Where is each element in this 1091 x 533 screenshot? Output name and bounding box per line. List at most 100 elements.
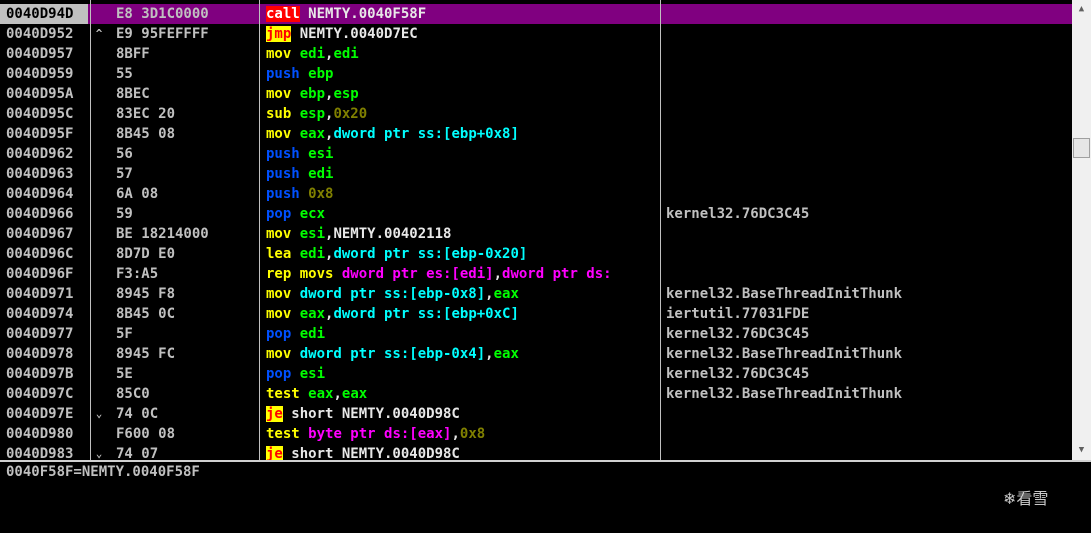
asm-token: mov <box>266 46 300 62</box>
instruction-row[interactable]: 0040D974 8B45 0C mov eax,dword ptr ss:[ebp… <box>0 304 1072 324</box>
disassembly-cell: je short NEMTY.0040D98C <box>266 444 660 460</box>
hex-bytes-cell: 59 <box>116 206 133 222</box>
vertical-scrollbar[interactable]: ▲ ▼ <box>1072 0 1091 460</box>
instruction-row[interactable]: 0040D97E ⌄ 74 0C je short NEMTY.0040D98C <box>0 404 1072 424</box>
asm-token: mov <box>266 306 300 322</box>
address-cell: 0040D980 <box>6 426 74 442</box>
hex-bytes-cell: BE 18214000 <box>116 226 209 242</box>
disassembly-cell: lea edi,dword ptr ss:[ebp-0x20] <box>266 244 660 264</box>
instruction-row[interactable]: 0040D959 55 push ebp <box>0 64 1072 84</box>
watermark: ❄看雪 <box>1003 489 1049 508</box>
disassembly-cell: push 0x8 <box>266 184 660 204</box>
address-cell: 0040D97C <box>6 386 74 402</box>
hex-bytes-cell: 8945 FC <box>116 346 176 362</box>
instruction-row[interactable]: 0040D977 5F pop edi kernel32.76DC3C45 <box>0 324 1072 344</box>
comment-cell: iertutil.77031FDE <box>666 306 810 322</box>
column-divider-hex[interactable] <box>259 0 260 460</box>
address-cell: 0040D97E <box>6 406 74 422</box>
asm-token: , <box>485 286 494 302</box>
disassembly-cell: pop edi <box>266 324 660 344</box>
instruction-row[interactable]: 0040D95C 83EC 20 sub esp,0x20 <box>0 104 1072 124</box>
instruction-row[interactable]: 0040D96C 8D7D E0 lea edi,dword ptr ss:[ebp… <box>0 244 1072 264</box>
comment-cell: kernel32.76DC3C45 <box>666 206 810 222</box>
address-cell: 0040D978 <box>6 346 74 362</box>
asm-token: je <box>266 406 283 422</box>
asm-token: esi <box>299 226 326 242</box>
comment-cell: kernel32.76DC3C45 <box>666 326 810 342</box>
instruction-row[interactable]: 0040D96F F3:A5 rep movs dword ptr es:[edi]… <box>0 264 1072 284</box>
asm-token: esp <box>299 106 326 122</box>
asm-token: push <box>266 146 309 162</box>
instruction-row[interactable]: 0040D963 57 push edi <box>0 164 1072 184</box>
asm-token: dword ptr ss:[ebp-0x20] <box>333 246 528 262</box>
address-cell: 0040D96C <box>6 246 74 262</box>
asm-token: ebp <box>299 86 326 102</box>
column-divider-address[interactable] <box>90 0 91 460</box>
disassembly-cell: push esi <box>266 144 660 164</box>
asm-token: esi <box>299 366 326 382</box>
info-text: 0040F58F=NEMTY.0040F58F <box>6 464 200 480</box>
address-cell: 0040D957 <box>6 46 74 62</box>
instruction-row[interactable]: 0040D95A 8BEC mov ebp,esp <box>0 84 1072 104</box>
asm-token: push <box>266 166 309 182</box>
selected-instruction-row[interactable]: 0040D94D E8 3D1C0000 call NEMTY.0040F58F <box>0 4 1072 24</box>
asm-token: , <box>493 266 503 282</box>
disassembly-cell: test byte ptr ds:[eax],0x8 <box>266 424 660 444</box>
asm-token: mov <box>266 86 300 102</box>
asm-token: eax <box>493 346 519 362</box>
asm-token: pop <box>266 326 300 342</box>
disassembly-cell: push edi <box>266 164 660 184</box>
disassembly-cell: je short NEMTY.0040D98C <box>266 404 660 424</box>
asm-token: pop <box>266 366 300 382</box>
disassembly-cell: mov edi,edi <box>266 44 660 64</box>
instruction-row[interactable]: 0040D957 8BFF mov edi,edi <box>0 44 1072 64</box>
scroll-up-arrow-icon[interactable]: ▲ <box>1073 1 1090 17</box>
instruction-row[interactable]: 0040D967 BE 18214000 mov esi,NEMTY.0040211… <box>0 224 1072 244</box>
asm-token: edi <box>333 46 359 62</box>
disassembly-cell: pop esi <box>266 364 660 384</box>
instruction-row[interactable]: 0040D978 8945 FC mov dword ptr ss:[ebp-0x4… <box>0 344 1072 364</box>
disassembly-cell: jmp NEMTY.0040D7EC <box>266 24 660 44</box>
asm-token: dword ptr ss:[ebp-0x4] <box>299 346 486 362</box>
disassembly-pane[interactable]: 0040D94D E8 3D1C0000 call NEMTY.0040F58F 00… <box>0 0 1072 460</box>
instruction-row[interactable]: 0040D983 ⌄ 74 07 je short NEMTY.0040D98C <box>0 444 1072 460</box>
disassembly-cell: mov dword ptr ss:[ebp-0x8],eax <box>266 284 660 304</box>
address-cell: 0040D97B <box>6 366 74 382</box>
hex-bytes-cell: 83EC 20 <box>116 106 176 122</box>
address-cell: 0040D966 <box>6 206 74 222</box>
instruction-row[interactable]: 0040D95F 8B45 08 mov eax,dword ptr ss:[ebp… <box>0 124 1072 144</box>
address-cell: 0040D952 <box>6 26 74 42</box>
info-pane[interactable]: 0040F58F=NEMTY.0040F58F <box>0 460 1091 533</box>
asm-token: short NEMTY.0040D98C <box>282 446 460 460</box>
address-cell: 0040D977 <box>6 326 74 342</box>
asm-token: mov <box>266 286 300 302</box>
asm-token: eax <box>493 286 519 302</box>
column-divider-disassembly[interactable] <box>660 0 661 460</box>
instruction-row[interactable]: 0040D97C 85C0 test eax,eax kernel32.BaseThr… <box>0 384 1072 404</box>
instruction-row[interactable]: 0040D971 8945 F8 mov dword ptr ss:[ebp-0x8… <box>0 284 1072 304</box>
asm-token: ,NEMTY.00402118 <box>325 226 452 242</box>
instruction-row[interactable]: 0040D97B 5E pop esi kernel32.76DC3C45 <box>0 364 1072 384</box>
instruction-row[interactable]: 0040D952 ^ E9 95FEFFFF jmp NEMTY.0040D7EC <box>0 24 1072 44</box>
instruction-row[interactable]: 0040D966 59 pop ecx kernel32.76DC3C45 <box>0 204 1072 224</box>
asm-token: dword ptr ss:[ebp-0x8] <box>299 286 486 302</box>
asm-token: pop <box>266 206 300 222</box>
instruction-row[interactable]: 0040D980 F600 08 test byte ptr ds:[eax],0x… <box>0 424 1072 444</box>
address-cell: 0040D95C <box>6 106 74 122</box>
hex-bytes-cell: 8D7D E0 <box>116 246 176 262</box>
asm-token: eax <box>299 306 326 322</box>
scroll-down-arrow-icon[interactable]: ▼ <box>1073 442 1090 458</box>
disassembly-cell: sub esp,0x20 <box>266 104 660 124</box>
asm-token: push <box>266 186 309 202</box>
hex-bytes-cell: 55 <box>116 66 133 82</box>
asm-token: dword ptr es:[edi] <box>341 266 494 282</box>
instruction-row[interactable]: 0040D964 6A 08 push 0x8 <box>0 184 1072 204</box>
asm-token: dword ptr ss:[ebp+0x8] <box>333 126 519 142</box>
asm-token: edi <box>299 46 326 62</box>
disassembly-cell: mov ebp,esp <box>266 84 660 104</box>
asm-token: eax <box>299 126 326 142</box>
instruction-row[interactable]: 0040D962 56 push esi <box>0 144 1072 164</box>
scrollbar-thumb[interactable] <box>1073 138 1090 158</box>
asm-token: edi <box>299 326 326 342</box>
hex-bytes-cell: 8945 F8 <box>116 286 176 302</box>
